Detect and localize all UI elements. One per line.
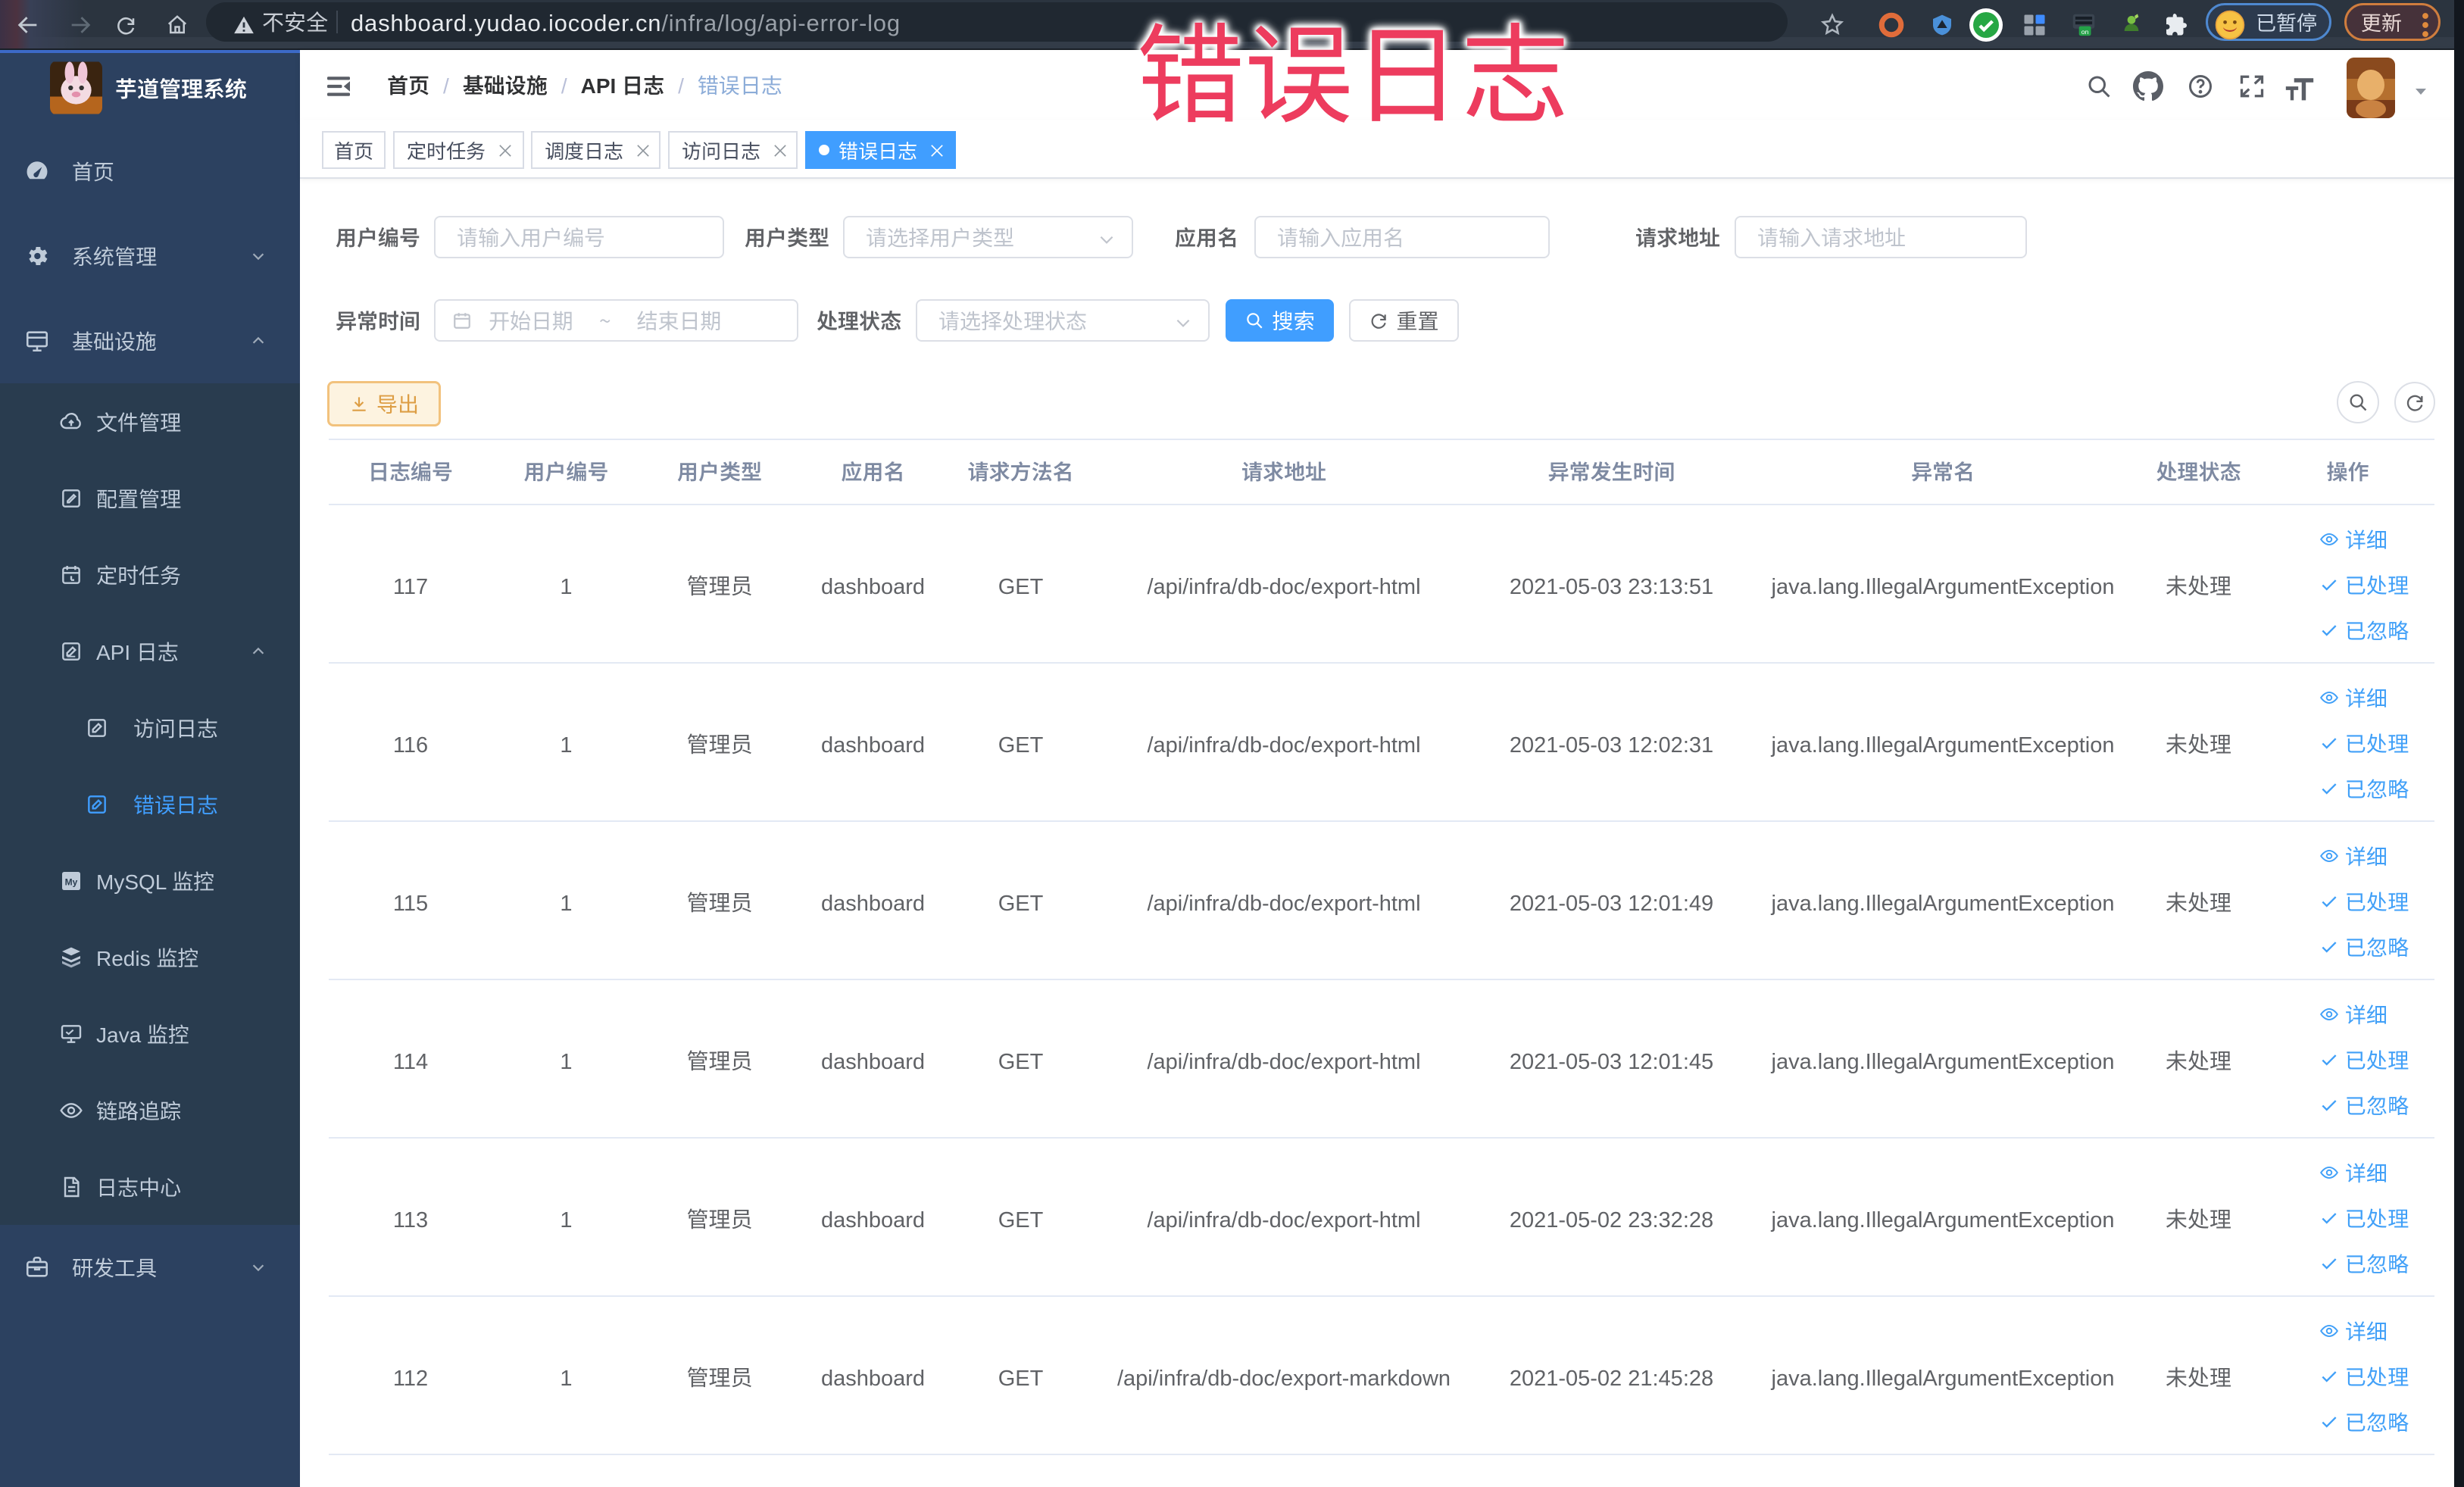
svg-text:My: My — [65, 876, 78, 887]
svg-text:on: on — [2081, 28, 2089, 36]
